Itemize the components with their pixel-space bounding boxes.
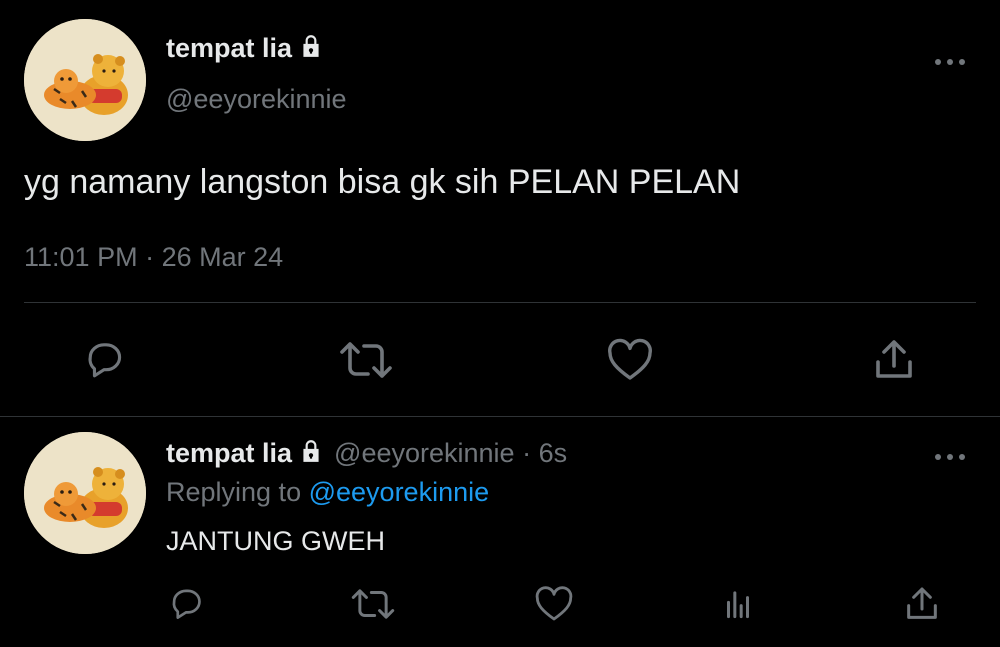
- meta-separator: ·: [522, 438, 532, 468]
- tweet-text: yg namany langston bisa gk sih PELAN PEL…: [24, 163, 741, 201]
- more-horizontal-icon[interactable]: [933, 449, 967, 460]
- heart-icon[interactable]: [606, 338, 654, 387]
- share-icon[interactable]: [902, 585, 942, 628]
- avatar[interactable]: [24, 432, 146, 554]
- handle-and-time[interactable]: @eeyorekinnie · 6s: [334, 438, 567, 468]
- retweet-icon[interactable]: [350, 585, 396, 628]
- tweet-time-ago: 6s: [538, 438, 568, 468]
- avatar[interactable]: [24, 19, 146, 141]
- display-name-text[interactable]: tempat lia: [166, 438, 292, 468]
- heart-icon[interactable]: [534, 585, 574, 628]
- display-name-text: tempat lia: [166, 33, 293, 63]
- user-handle: @eeyorekinnie: [334, 438, 515, 468]
- divider: [0, 416, 1000, 417]
- mention-link[interactable]: @eeyorekinnie: [309, 477, 490, 507]
- divider: [24, 302, 976, 303]
- tweet-timestamp[interactable]: 11:01 PM · 26 Mar 24: [24, 242, 283, 273]
- retweet-icon[interactable]: [338, 338, 394, 387]
- meta-separator: ·: [145, 242, 155, 272]
- lock-icon: [298, 33, 324, 66]
- reply-icon[interactable]: [80, 338, 128, 387]
- more-horizontal-icon[interactable]: [933, 54, 967, 65]
- reply-icon[interactable]: [166, 585, 206, 628]
- lock-icon: [298, 438, 324, 471]
- display-name[interactable]: tempat lia: [166, 33, 324, 66]
- replying-to-label: Replying to: [166, 477, 302, 507]
- avatar-image: [24, 432, 146, 554]
- avatar-image: [24, 19, 146, 141]
- replying-to: Replying to @eeyorekinnie: [166, 477, 489, 508]
- analytics-icon[interactable]: [718, 585, 758, 628]
- tweet-text: JANTUNG GWEH: [166, 526, 385, 556]
- reply-header: tempat lia @eeyorekinnie · 6s: [166, 438, 567, 471]
- tweet-time: 11:01 PM: [24, 242, 138, 272]
- user-handle[interactable]: @eeyorekinnie: [166, 84, 347, 115]
- tweet-date: 26 Mar 24: [161, 242, 284, 272]
- share-icon[interactable]: [870, 338, 918, 387]
